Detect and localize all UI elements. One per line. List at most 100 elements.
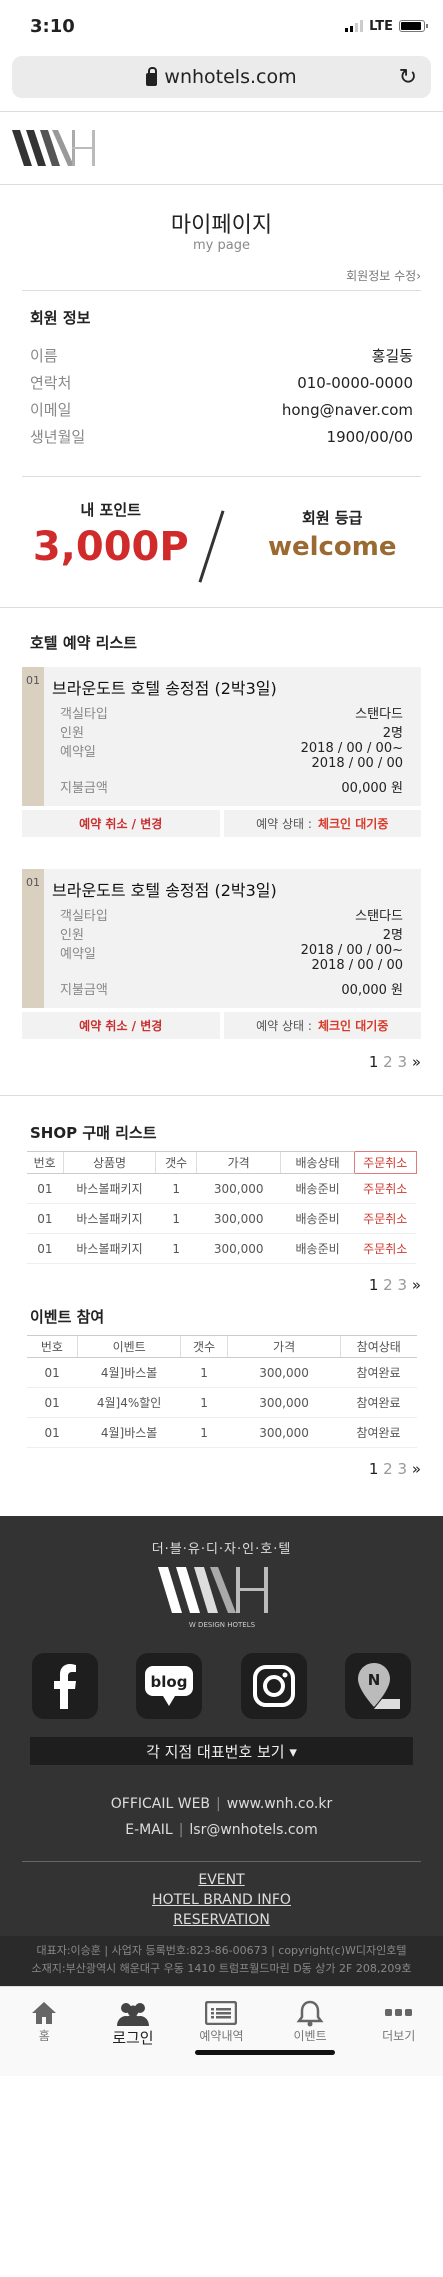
info-row-email: 이메일 hong@naver.com <box>30 400 413 420</box>
info-row-phone: 연락처 010-0000-0000 <box>30 373 413 393</box>
reservation-pagination: 1 2 3 » <box>0 1053 443 1071</box>
shop-section-title: SHOP 구매 리스트 <box>30 1124 157 1142</box>
event-table: 번호 이벤트 갯수 가격 참여상태 01 4월]바스볼 1 300,000 참여완료 0… <box>26 1335 417 1448</box>
page-1-link[interactable]: 1 <box>369 1460 379 1478</box>
page-3-link[interactable]: 3 <box>397 1053 407 1071</box>
reservation-status: 예약 상태 : 체크인 대기중 <box>223 1012 421 1039</box>
network-label: LTE <box>369 18 393 34</box>
sns-links: blog N <box>0 1653 443 1719</box>
points-label: 내 포인트 <box>80 501 141 519</box>
facebook-icon[interactable] <box>32 1653 98 1719</box>
divider <box>22 290 421 291</box>
battery-icon <box>399 20 428 32</box>
reservation-card[interactable]: 01 브라운도트 호텔 송정점 (2박3일) 객실타입 스탠다드 인원 2명 예약일… <box>22 667 421 806</box>
copyright: 대표자:이승훈 | 사업자 등록번호:823-86-00673 | copyri… <box>0 1936 443 1986</box>
reservation-number: 01 <box>26 876 40 889</box>
footer-tagline: 더·블·유·디·자·인·호·텔 <box>151 1542 292 1557</box>
site-header <box>0 111 443 185</box>
next-page-link[interactable]: » <box>412 1460 421 1478</box>
cancel-change-button[interactable]: 예약 취소 / 변경 <box>22 1012 220 1039</box>
table-row: 01 4월]4%할인 1 300,000 참여완료 <box>26 1387 417 1418</box>
instagram-icon[interactable] <box>240 1653 307 1719</box>
footer-contact: OFFICAIL WEB | www.wnh.co.kr E-MAIL | lsr@wn… <box>110 1796 333 1838</box>
url-bar[interactable]: wnhotels.com ↻ <box>12 56 431 98</box>
bottom-tab-bar: 홈 로그인 예약내역 이벤트 더보기 <box>0 1986 443 2076</box>
tab-login[interactable]: 로그인 <box>89 1987 178 2076</box>
table-row: 01 바스볼패키지 1 300,000 배송준비 주문취소 <box>26 1173 416 1204</box>
order-cancel-button[interactable]: 주문취소 <box>354 1233 416 1264</box>
order-cancel-button[interactable]: 주문취소 <box>354 1203 416 1234</box>
svg-text:blog: blog <box>151 1673 188 1691</box>
page-2-link[interactable]: 2 <box>383 1460 393 1478</box>
tab-home[interactable]: 홈 <box>0 1987 89 2076</box>
event-link[interactable]: EVENT <box>198 1870 244 1890</box>
next-page-link[interactable]: » <box>412 1276 421 1294</box>
grade-label: 회원 등급 <box>302 509 363 527</box>
divider <box>0 607 443 608</box>
reservation-link[interactable]: RESERVATION <box>173 1910 270 1930</box>
table-header: 번호 상품명 갯수 가격 배송상태 주문취소 <box>26 1151 417 1174</box>
table-row: 01 4월]바스볼 1 300,000 참여완료 <box>26 1357 417 1388</box>
next-page-link[interactable]: » <box>412 1053 421 1071</box>
reservation-status: 예약 상태 : 체크인 대기중 <box>223 810 421 837</box>
page-2-link[interactable]: 2 <box>383 1276 393 1294</box>
page-title-block: 마이페이지 my page <box>0 207 443 253</box>
status-bar: 3:10 LTE <box>0 0 443 52</box>
blog-icon[interactable]: blog <box>136 1653 203 1719</box>
event-pagination: 1 2 3 » <box>0 1460 443 1478</box>
signal-icon <box>345 20 364 32</box>
page-subtitle: my page <box>193 238 250 253</box>
footer-logo: W DESIGN HOTELS <box>157 1567 268 1629</box>
event-section-title: 이벤트 참여 <box>30 1308 105 1326</box>
order-cancel-button[interactable]: 주문취소 <box>354 1173 416 1204</box>
email-link[interactable]: lsr@wnhotels.com <box>189 1822 317 1838</box>
wnh-logo[interactable] <box>12 128 112 168</box>
grade-value: welcome <box>267 532 397 562</box>
page: 3:10 LTE wnhotels.com ↻ 마이페이지 my page 회원… <box>0 0 443 2277</box>
svg-text:N: N <box>368 1671 381 1689</box>
shop-table: 번호 상품명 갯수 가격 배송상태 주문취소 01 바스볼패키지 1 300,000 배… <box>26 1151 417 1264</box>
page-title: 마이페이지 <box>170 213 273 238</box>
member-section-title: 회원 정보 <box>30 309 91 327</box>
tab-event[interactable]: 이벤트 <box>266 1987 355 2076</box>
page-3-link[interactable]: 3 <box>397 1276 407 1294</box>
lock-icon <box>146 66 158 86</box>
table-row: 01 바스볼패키지 1 300,000 배송준비 주문취소 <box>26 1233 416 1264</box>
edit-member-link[interactable]: 회원정보 수정› <box>0 253 443 284</box>
table-row: 01 바스볼패키지 1 300,000 배송준비 주문취소 <box>26 1203 416 1234</box>
hotel-brand-link[interactable]: HOTEL BRAND INFO <box>152 1890 291 1910</box>
url-text: wnhotels.com <box>164 66 297 88</box>
table-row: 01 4월]바스볼 1 300,000 참여완료 <box>26 1417 417 1448</box>
reservation-section-title: 호텔 예약 리스트 <box>30 634 138 652</box>
cancel-change-button[interactable]: 예약 취소 / 변경 <box>22 810 220 837</box>
info-row-birth: 생년월일 1900/00/00 <box>30 427 413 447</box>
branch-phone-button[interactable]: 각 지점 대표번호 보기 ▾ <box>30 1737 413 1765</box>
bell-icon <box>266 1999 355 2027</box>
info-row-name: 이름 홍길동 <box>30 347 413 365</box>
points-value: 3,000P <box>32 524 189 570</box>
reservation-actions: 예약 취소 / 변경 예약 상태 : 체크인 대기중 <box>22 810 421 837</box>
tab-reservations[interactable]: 예약내역 <box>177 1987 266 2076</box>
home-icon <box>0 1999 89 2027</box>
page-2-link[interactable]: 2 <box>383 1053 393 1071</box>
points-panel: 내 포인트 3,000P 회원 등급 welcome <box>0 477 443 592</box>
tab-more[interactable]: 더보기 <box>354 1987 443 2076</box>
people-icon <box>89 1999 178 2027</box>
page-1-link[interactable]: 1 <box>369 1053 379 1071</box>
page-3-link[interactable]: 3 <box>397 1460 407 1478</box>
reservation-title: 브라운도트 호텔 송정점 (2박3일) <box>52 881 277 900</box>
site-footer: 더·블·유·디·자·인·호·텔 W DESIGN HOTELS blog N 각… <box>0 1516 443 1986</box>
reload-icon[interactable]: ↻ <box>399 65 417 90</box>
footer-logo-sub: W DESIGN HOTELS <box>188 1621 255 1629</box>
shop-pagination: 1 2 3 » <box>0 1276 443 1294</box>
table-header: 번호 이벤트 갯수 가격 참여상태 <box>26 1335 417 1358</box>
reservation-actions: 예약 취소 / 변경 예약 상태 : 체크인 대기중 <box>22 1012 421 1039</box>
reservation-card[interactable]: 01 브라운도트 호텔 송정점 (2박3일) 객실타입 스탠다드 인원 2명 예약일… <box>22 869 421 1008</box>
page-1-link[interactable]: 1 <box>369 1276 379 1294</box>
naver-map-icon[interactable]: N <box>344 1653 411 1719</box>
reservation-number: 01 <box>26 674 40 687</box>
more-icon <box>354 1999 443 2027</box>
member-info: 이름 홍길동 연락처 010-0000-0000 이메일 hong@naver.com… <box>0 328 443 450</box>
list-icon <box>177 1999 266 2027</box>
website-link[interactable]: www.wnh.co.kr <box>227 1796 333 1812</box>
